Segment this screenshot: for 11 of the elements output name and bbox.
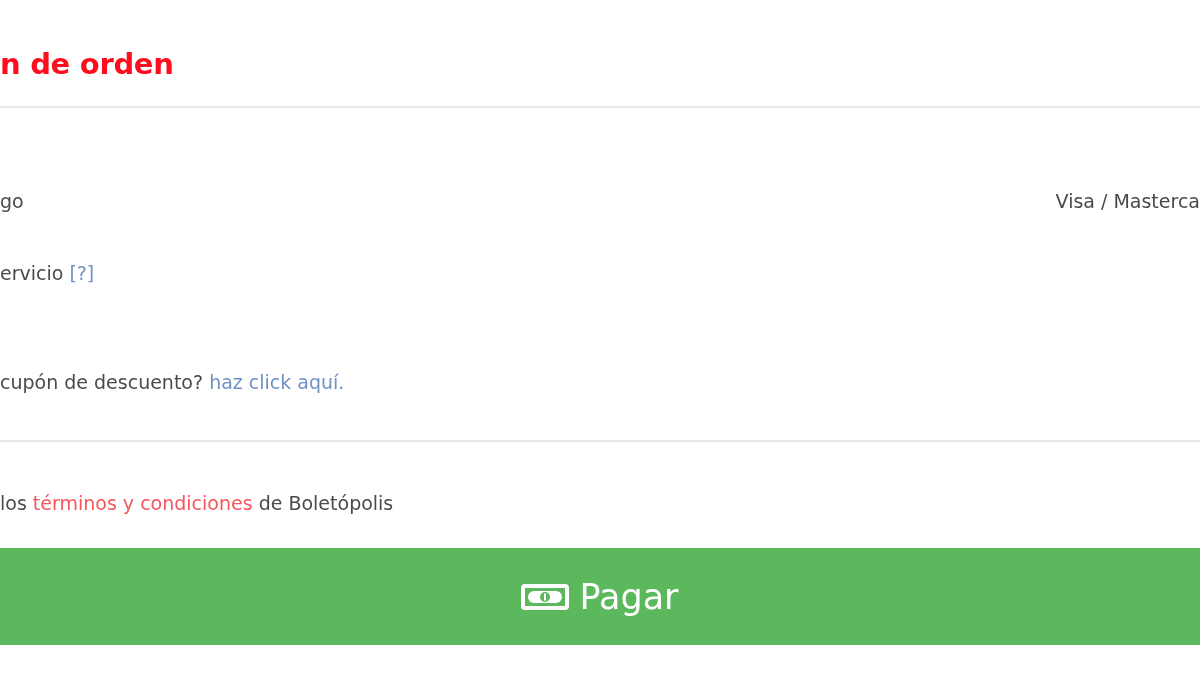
- coupon-link[interactable]: haz click aquí.: [209, 371, 345, 393]
- terms-text: los términos y condiciones de Boletópolis: [0, 491, 394, 516]
- payment-method-label: go: [0, 189, 24, 214]
- service-fee-label: ervicio: [0, 261, 64, 286]
- coupon-text: cupón de descuento? haz click aquí.: [0, 370, 345, 395]
- terms-link[interactable]: términos y condiciones: [32, 492, 253, 514]
- help-link[interactable]: [?]: [69, 259, 95, 287]
- banknote-icon: [521, 583, 570, 610]
- section-title: n de orden: [0, 46, 174, 83]
- payment-method-value: Visa / Masterca: [1055, 189, 1200, 214]
- pay-button[interactable]: Pagar: [0, 548, 1200, 645]
